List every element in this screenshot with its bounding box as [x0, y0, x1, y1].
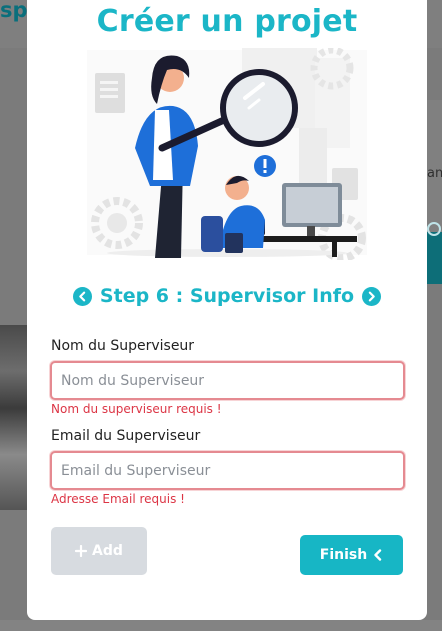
chevron-left-icon: [374, 549, 382, 561]
add-button[interactable]: Add: [51, 527, 147, 575]
step-indicator: Step 6 : Supervisor Info: [27, 285, 427, 307]
supervisor-email-label: Email du Superviseur: [51, 428, 201, 444]
prev-step-icon[interactable]: [72, 286, 92, 306]
supervisor-name-label: Nom du Superviseur: [51, 338, 195, 354]
supervisor-email-error: Adresse Email requis !: [51, 492, 185, 506]
step-label: Step 6 : Supervisor Info: [99, 285, 355, 307]
background-clock-icon: [427, 222, 441, 236]
background-teal-block: [426, 232, 442, 284]
modal-title: Créer un projet: [96, 4, 358, 39]
background-text-fragment: ant: [427, 166, 442, 181]
background-photo: [0, 325, 28, 510]
finish-button[interactable]: Finish: [300, 535, 403, 575]
supervisor-email-input[interactable]: [50, 451, 405, 490]
background-footer: [0, 620, 442, 631]
add-button-label: Add: [92, 543, 123, 559]
supervisor-name-error: Nom du superviseur requis !: [51, 402, 222, 416]
finish-button-label: Finish: [319, 547, 368, 563]
create-project-modal: Créer un projet Step 6: Supervisor Info…: [27, 0, 427, 620]
supervisor-name-input[interactable]: [50, 361, 405, 400]
supervisor-illustration: [87, 48, 367, 260]
next-step-icon[interactable]: [362, 286, 382, 306]
plus-icon: [75, 545, 88, 557]
